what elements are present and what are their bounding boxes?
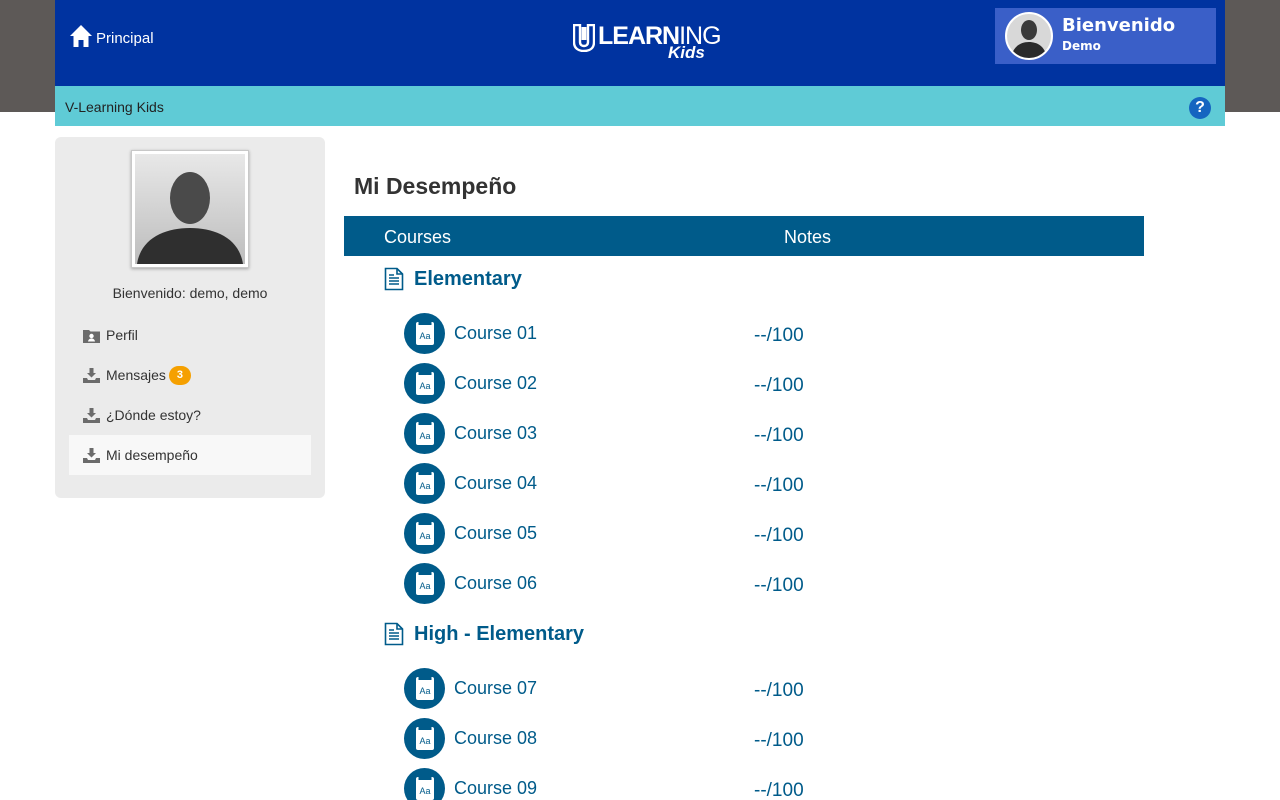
- svg-text:Aa: Aa: [419, 431, 430, 441]
- svg-text:Aa: Aa: [419, 481, 430, 491]
- course-book-icon: Aa: [404, 768, 445, 800]
- course-note: --/100: [754, 575, 804, 596]
- download-tray-icon: [83, 447, 100, 463]
- download-tray-icon: [83, 367, 100, 383]
- course-note: --/100: [754, 780, 804, 800]
- course-book-icon: Aa: [404, 363, 445, 404]
- course-note: --/100: [754, 525, 804, 546]
- course-row[interactable]: Aa Course 02 --/100: [344, 361, 1144, 411]
- sidebar-item-label: ¿Dónde estoy?: [106, 407, 201, 423]
- home-icon: [70, 25, 92, 47]
- logo-kids-text: Kids: [668, 43, 705, 62]
- course-book-icon: Aa: [404, 413, 445, 454]
- course-row[interactable]: Aa Course 06 --/100: [344, 561, 1144, 611]
- course-name[interactable]: Course 04: [454, 473, 537, 494]
- home-link[interactable]: Principal: [69, 24, 154, 48]
- sidebar-menu: Perfil Mensajes 3 ¿Dónde estoy? Mi desem…: [69, 315, 311, 475]
- sidebar-item-donde-estoy[interactable]: ¿Dónde estoy?: [69, 395, 311, 435]
- vlearning-kids-logo: LEARNING Kids: [573, 22, 722, 66]
- svg-text:Aa: Aa: [419, 581, 430, 591]
- course-name[interactable]: Course 03: [454, 423, 537, 444]
- course-note: --/100: [754, 475, 804, 496]
- help-icon[interactable]: ?: [1189, 97, 1211, 119]
- course-book-icon: Aa: [404, 463, 445, 504]
- course-note: --/100: [754, 730, 804, 751]
- course-row[interactable]: Aa Course 03 --/100: [344, 411, 1144, 461]
- profile-silhouette-icon: [137, 172, 243, 264]
- course-name[interactable]: Course 06: [454, 573, 537, 594]
- level-name: Elementary: [414, 268, 522, 290]
- sidebar-item-perfil[interactable]: Perfil: [69, 315, 311, 355]
- course-book-icon: Aa: [404, 313, 445, 354]
- course-row[interactable]: Aa Course 07 --/100: [344, 666, 1144, 716]
- sidebar-greeting: Bienvenido: demo, demo: [112, 285, 268, 301]
- logo-shield-icon: [573, 24, 595, 52]
- course-note: --/100: [754, 375, 804, 396]
- document-icon: [384, 267, 404, 291]
- user-avatar: [1005, 12, 1053, 60]
- document-icon: [384, 622, 404, 646]
- performance-table-header: Courses Notes: [344, 216, 1144, 256]
- course-row[interactable]: Aa Course 08 --/100: [344, 716, 1144, 766]
- level-name: High - Elementary: [414, 623, 585, 645]
- top-navigation-bar: Principal LEARNING Kids Bienvenido Demo: [55, 0, 1225, 86]
- course-name[interactable]: Course 09: [454, 778, 537, 799]
- course-name[interactable]: Course 08: [454, 728, 537, 749]
- course-row[interactable]: Aa Course 09 --/100: [344, 766, 1144, 800]
- course-book-icon: Aa: [404, 563, 445, 604]
- course-name[interactable]: Course 07: [454, 678, 537, 699]
- user-silhouette-icon: [1011, 20, 1047, 58]
- profile-photo: [131, 150, 249, 268]
- sidebar-item-mi-desempeno[interactable]: Mi desempeño: [69, 435, 311, 475]
- course-row[interactable]: Aa Course 04 --/100: [344, 461, 1144, 511]
- course-row[interactable]: Aa Course 01 --/100: [344, 311, 1144, 361]
- sidebar-item-label: Perfil: [106, 327, 138, 343]
- course-note: --/100: [754, 325, 804, 346]
- course-row[interactable]: Aa Course 05 --/100: [344, 511, 1144, 561]
- profile-folder-icon: [83, 329, 100, 343]
- course-book-icon: Aa: [404, 668, 445, 709]
- level-heading: High - Elementary: [344, 611, 1144, 655]
- svg-text:Aa: Aa: [419, 736, 430, 746]
- messages-count-badge: 3: [168, 365, 192, 385]
- column-header-notes: Notes: [784, 227, 832, 247]
- sidebar-item-label: Mensajes: [106, 367, 166, 383]
- course-note: --/100: [754, 425, 804, 446]
- svg-text:Aa: Aa: [419, 786, 430, 796]
- svg-text:Aa: Aa: [419, 381, 430, 391]
- sidebar-item-mensajes[interactable]: Mensajes 3: [69, 355, 311, 395]
- sidebar-item-label: Mi desempeño: [106, 447, 198, 463]
- performance-list: Elementary Aa Course 01 --/100 Aa Course…: [344, 256, 1144, 800]
- course-note: --/100: [754, 680, 804, 701]
- home-label: Principal: [96, 30, 154, 47]
- user-welcome-card[interactable]: Bienvenido Demo: [995, 8, 1216, 64]
- page-title: Mi Desempeño: [354, 173, 517, 199]
- welcome-username: Demo: [1062, 39, 1101, 53]
- svg-text:Aa: Aa: [419, 531, 430, 541]
- course-book-icon: Aa: [404, 513, 445, 554]
- column-header-courses: Courses: [384, 227, 452, 247]
- svg-text:Aa: Aa: [419, 331, 430, 341]
- sidebar: Bienvenido: demo, demo Perfil Mensajes 3…: [55, 137, 325, 498]
- course-name[interactable]: Course 01: [454, 323, 537, 344]
- course-name[interactable]: Course 05: [454, 523, 537, 544]
- welcome-title: Bienvenido: [1062, 15, 1176, 36]
- section-title: V-Learning Kids: [65, 99, 164, 115]
- download-tray-icon: [83, 407, 100, 423]
- course-book-icon: Aa: [404, 718, 445, 759]
- course-name[interactable]: Course 02: [454, 373, 537, 394]
- svg-text:Aa: Aa: [419, 686, 430, 696]
- section-bar: V-Learning Kids ?: [55, 86, 1225, 126]
- level-heading: Elementary: [344, 256, 1144, 300]
